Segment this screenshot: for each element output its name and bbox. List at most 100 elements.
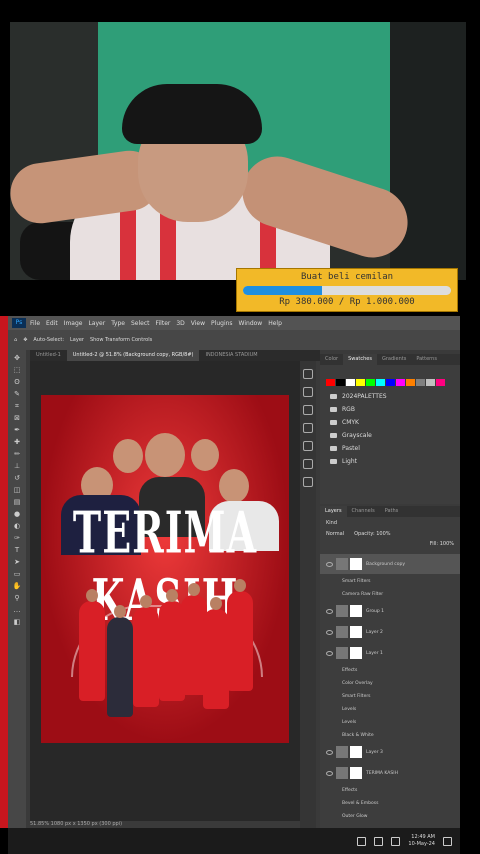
character-icon[interactable] [303, 459, 313, 469]
properties-icon[interactable] [303, 387, 313, 397]
layer-effect-row[interactable]: Levels [320, 716, 460, 728]
menu-image[interactable]: Image [64, 320, 83, 327]
visibility-eye-icon[interactable] [326, 561, 333, 567]
layer-row[interactable]: Background copy [320, 554, 460, 574]
zoom-tool-icon[interactable]: ⚲ [12, 594, 22, 602]
chevron-up-icon[interactable] [357, 836, 367, 846]
layer-effect-row[interactable]: Smart Filters [320, 575, 460, 587]
marquee-tool-icon[interactable]: ⬚ [12, 366, 22, 374]
color-swatch[interactable] [326, 379, 335, 386]
move-tool-icon[interactable]: ✥ [12, 354, 22, 362]
move-tool-icon[interactable]: ✥ [23, 337, 27, 343]
tab-channels[interactable]: Channels [347, 506, 380, 517]
swatch-folder[interactable]: RGB [320, 403, 460, 416]
layer-effect-row[interactable]: Black & White [320, 729, 460, 741]
tab-indonesia-stadium[interactable]: INDONESIA STADIUM [199, 350, 263, 361]
color-swatch[interactable] [416, 379, 425, 386]
lasso-tool-icon[interactable]: ʘ [12, 378, 22, 386]
tab-swatches[interactable]: Swatches [343, 354, 377, 365]
adjustments-icon[interactable] [303, 405, 313, 415]
fill-field[interactable]: Fill: 100% [430, 541, 454, 547]
color-swatch[interactable] [376, 379, 385, 386]
tab-patterns[interactable]: Patterns [411, 354, 442, 365]
swatch-folder[interactable]: Light [320, 455, 460, 468]
gradient-tool-icon[interactable]: ▤ [12, 498, 22, 506]
visibility-eye-icon[interactable] [326, 608, 333, 614]
eyedropper-icon[interactable]: ✒ [12, 426, 22, 434]
menu-select[interactable]: Select [131, 320, 150, 327]
blend-mode-select[interactable]: Normal [326, 531, 344, 537]
path-select-icon[interactable]: ➤ [12, 558, 22, 566]
menu-window[interactable]: Window [239, 320, 263, 327]
menu-plugins[interactable]: Plugins [211, 320, 233, 327]
more-tools-icon[interactable]: … [12, 606, 22, 614]
crop-tool-icon[interactable]: ⌗ [12, 402, 22, 410]
layer-effect-row[interactable]: Effects [320, 664, 460, 676]
frame-tool-icon[interactable]: ⊠ [12, 414, 22, 422]
color-swatch[interactable] [386, 379, 395, 386]
libraries-icon[interactable] [303, 423, 313, 433]
visibility-eye-icon[interactable] [326, 770, 333, 776]
menu-3d[interactable]: 3D [176, 320, 184, 327]
layer-row[interactable]: Layer 1 [320, 643, 460, 663]
swatch-folder[interactable]: CMYK [320, 416, 460, 429]
opacity-field[interactable]: Opacity: 100% [354, 531, 390, 537]
wifi-icon[interactable] [374, 836, 384, 846]
history-brush-icon[interactable]: ↺ [12, 474, 22, 482]
layer-row[interactable]: Layer 2 [320, 622, 460, 642]
hand-tool-icon[interactable]: ✋ [12, 582, 22, 590]
tab-layers[interactable]: Layers [320, 506, 347, 517]
tab-untitled-1[interactable]: Untitled-1 [30, 350, 67, 361]
layer-kind-filter[interactable]: Kind [326, 520, 337, 526]
swatch-row[interactable] [326, 379, 460, 386]
color-swatch[interactable] [426, 379, 435, 386]
menu-view[interactable]: View [191, 320, 205, 327]
layer-effect-row[interactable]: Camera Raw Filter [320, 588, 460, 600]
menu-filter[interactable]: Filter [156, 320, 171, 327]
menu-type[interactable]: Type [111, 320, 125, 327]
system-clock[interactable]: 12:49 AM 10-May-24 [408, 834, 435, 848]
tab-color[interactable]: Color [320, 354, 343, 365]
pen-tool-icon[interactable]: ✑ [12, 534, 22, 542]
brush-tool-icon[interactable]: ✏ [12, 450, 22, 458]
color-swatch[interactable] [406, 379, 415, 386]
layer-row[interactable]: TERIMA KASIH [320, 763, 460, 783]
visibility-eye-icon[interactable] [326, 650, 333, 656]
healing-brush-icon[interactable]: ✚ [12, 438, 22, 446]
auto-select-checkbox[interactable]: Auto-Select: [33, 337, 64, 343]
layer-effect-row[interactable]: Outer Glow [320, 810, 460, 822]
canvas-area[interactable]: TERIMA KASIH [30, 361, 300, 821]
color-swatch[interactable] [396, 379, 405, 386]
color-swatch-icon[interactable]: ◧ [12, 618, 22, 626]
layer-effect-row[interactable]: Levels [320, 703, 460, 715]
swatch-folder[interactable]: Pastel [320, 442, 460, 455]
tab-paths[interactable]: Paths [380, 506, 404, 517]
layer-effect-row[interactable]: Smart Filters [320, 690, 460, 702]
menu-edit[interactable]: Edit [46, 320, 58, 327]
tab-untitled-2[interactable]: Untitled-2 @ 51.8% (Background copy, RGB… [66, 350, 200, 361]
notification-icon[interactable] [443, 836, 452, 846]
visibility-eye-icon[interactable] [326, 749, 333, 755]
color-swatch[interactable] [336, 379, 345, 386]
history-icon[interactable] [303, 369, 313, 379]
clone-stamp-icon[interactable]: ⊥ [12, 462, 22, 470]
layer-effect-row[interactable]: Color Overlay [320, 677, 460, 689]
layer-effect-row[interactable]: Bevel & Emboss [320, 797, 460, 809]
menu-layer[interactable]: Layer [88, 320, 105, 327]
eraser-icon[interactable]: ◫ [12, 486, 22, 494]
type-tool-icon[interactable]: T [12, 546, 22, 554]
paragraph-icon[interactable] [303, 477, 313, 487]
layer-row[interactable]: Group 1 [320, 601, 460, 621]
volume-icon[interactable] [391, 836, 401, 846]
color-swatch[interactable] [346, 379, 355, 386]
dodge-tool-icon[interactable]: ◐ [12, 522, 22, 530]
show-transform-checkbox[interactable]: Show Transform Controls [90, 337, 152, 343]
color-swatch[interactable] [356, 379, 365, 386]
tab-gradients[interactable]: Gradients [377, 354, 411, 365]
quick-select-icon[interactable]: ✎ [12, 390, 22, 398]
menu-file[interactable]: File [30, 320, 40, 327]
auto-select-dropdown[interactable]: Layer [70, 337, 84, 343]
blur-tool-icon[interactable]: ● [12, 510, 22, 518]
brushes-icon[interactable] [303, 441, 313, 451]
menu-help[interactable]: Help [268, 320, 282, 327]
